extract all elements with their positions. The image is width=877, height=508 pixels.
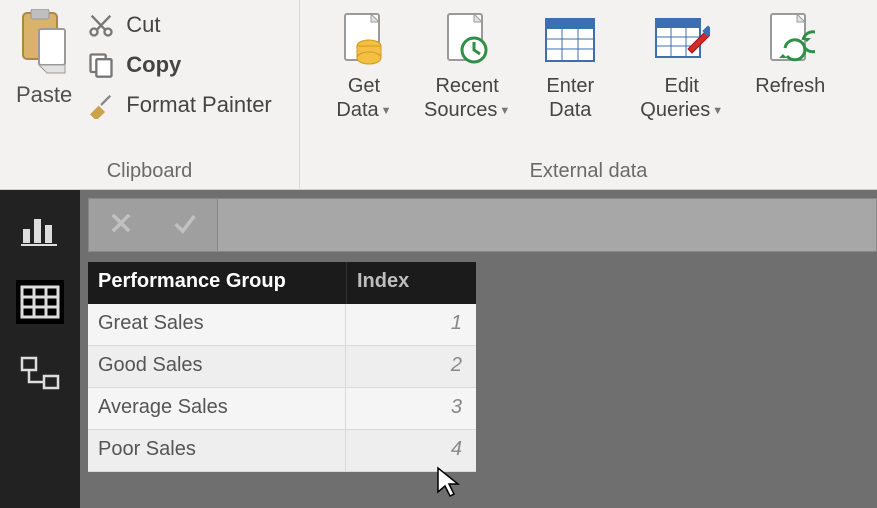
ribbon: Paste Cut [0,0,877,190]
formula-bar [80,190,877,262]
table-header: Performance Group Index [88,262,476,304]
dropdown-caret-icon: ▼ [499,105,510,118]
view-rail [0,190,80,508]
paintbrush-icon [86,90,116,120]
refresh-icon [762,12,818,68]
table-row[interactable]: Good Sales 2 [88,346,476,388]
cancel-formula-button[interactable] [107,209,135,242]
recent-sources-icon [439,12,495,68]
paste-label: Paste [16,82,72,108]
relationship-icon [20,356,60,392]
formula-input[interactable] [218,198,877,252]
refresh-label: Refresh [755,74,825,98]
clipboard-icon [16,8,72,78]
enter-data-label: Enter Data [546,74,594,122]
cut-button[interactable]: Cut [82,8,276,42]
dropdown-caret-icon: ▼ [712,105,723,118]
get-data-button[interactable]: Get Data▼ [322,0,406,122]
column-header-index[interactable]: Index [346,262,476,304]
report-view-button[interactable] [16,208,64,252]
recent-sources-button[interactable]: Recent Sources▼ [410,0,524,122]
column-header-performance-group[interactable]: Performance Group [88,262,346,304]
data-view-button[interactable] [16,280,64,324]
check-icon [170,209,200,237]
cell-index: 1 [346,304,476,345]
enter-data-button[interactable]: Enter Data [528,0,612,122]
cell-index: 4 [346,430,476,471]
data-grid-icon [20,285,60,319]
edit-queries-button[interactable]: Edit Queries▼ [616,0,737,122]
cell-index: 3 [346,388,476,429]
paste-button[interactable]: Paste [10,0,82,108]
format-painter-label: Format Painter [126,92,272,118]
table-row[interactable]: Average Sales 3 [88,388,476,430]
cell-label: Average Sales [88,388,346,429]
copy-label: Copy [126,52,181,78]
commit-formula-button[interactable] [170,209,200,242]
x-icon [107,209,135,237]
format-painter-button[interactable]: Format Painter [82,88,276,122]
copy-button[interactable]: Copy [82,48,276,82]
recent-sources-label: Recent Sources [424,75,499,121]
refresh-button[interactable]: Refresh [741,0,839,98]
clipboard-group-label: Clipboard [10,156,289,189]
work-area: Performance Group Index Great Sales 1 Go… [0,190,877,508]
cut-label: Cut [126,12,160,38]
cell-index: 2 [346,346,476,387]
model-view-button[interactable] [16,352,64,396]
table-icon [542,12,598,68]
data-table: Performance Group Index Great Sales 1 Go… [88,262,476,472]
external-data-group-label: External data [310,156,867,189]
ribbon-group-clipboard: Paste Cut [0,0,300,189]
dropdown-caret-icon: ▼ [381,105,392,118]
edit-queries-icon [654,12,710,68]
get-data-label: Get Data [336,75,380,121]
cell-label: Poor Sales [88,430,346,471]
table-row[interactable]: Poor Sales 4 [88,430,476,472]
ribbon-group-external-data: Get Data▼ Recent Sources▼ [300,0,877,189]
bar-chart-icon [21,213,59,247]
copy-icon [86,50,116,80]
scissors-icon [86,10,116,40]
cell-label: Good Sales [88,346,346,387]
cell-label: Great Sales [88,304,346,345]
table-row[interactable]: Great Sales 1 [88,304,476,346]
edit-queries-label: Edit Queries [640,75,710,121]
get-data-icon [336,12,392,68]
